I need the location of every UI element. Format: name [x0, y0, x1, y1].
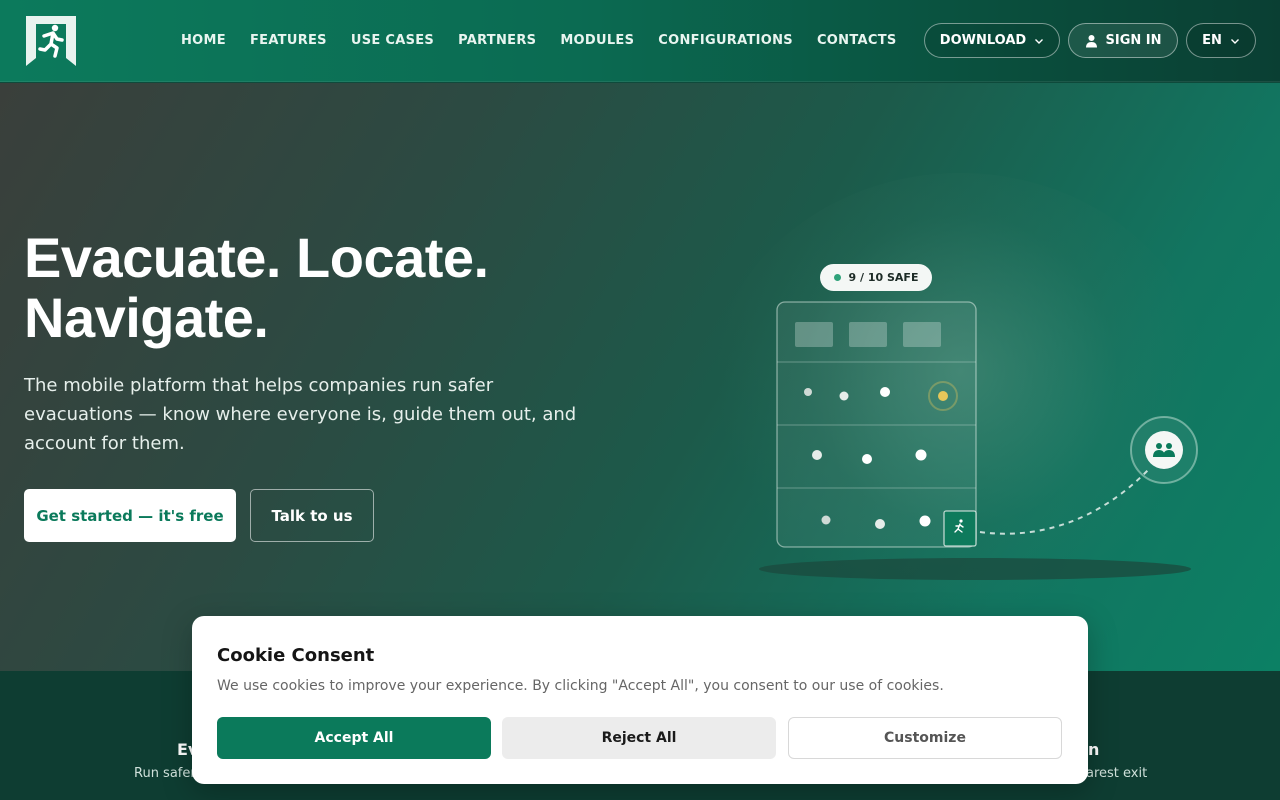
nav-contacts[interactable]: CONTACTS: [817, 33, 897, 48]
person-dot: [915, 449, 927, 461]
customize-button[interactable]: Customize: [788, 717, 1062, 759]
nav-modules[interactable]: MODULES: [560, 33, 634, 48]
illustration-shadow: [759, 558, 1191, 580]
person-dot: [804, 388, 812, 396]
sign-in-label: SIGN IN: [1105, 33, 1162, 48]
feature-text-left: Run safer: [134, 766, 196, 781]
person-dot: [821, 515, 831, 525]
site-header: HOME FEATURES USE CASES PARTNERS MODULES…: [0, 0, 1280, 82]
status-dot-icon: [833, 274, 841, 281]
person-dot: [875, 519, 885, 529]
cookie-text: We use cookies to improve your experienc…: [217, 678, 944, 694]
download-button[interactable]: DOWNLOAD: [924, 23, 1060, 58]
nav-use-cases[interactable]: USE CASES: [351, 33, 434, 48]
person-dot: [862, 454, 872, 464]
building-window: [903, 322, 941, 347]
get-started-button[interactable]: Get started — it's free: [24, 489, 236, 542]
sign-in-button[interactable]: SIGN IN: [1068, 23, 1178, 58]
language-label: EN: [1202, 33, 1222, 48]
user-icon: [1085, 34, 1097, 47]
person-dot: [839, 391, 849, 401]
chevron-down-icon: [1035, 38, 1044, 44]
cookie-title: Cookie Consent: [217, 645, 375, 666]
nav-configurations[interactable]: CONFIGURATIONS: [658, 33, 793, 48]
feature-text-right: earest exit: [1078, 766, 1148, 781]
building-window: [795, 322, 833, 347]
person-dot: [880, 387, 890, 397]
talk-to-us-button[interactable]: Talk to us: [250, 489, 374, 542]
cookie-consent-dialog: Cookie Consent We use cookies to improve…: [192, 616, 1088, 784]
download-label: DOWNLOAD: [939, 33, 1027, 48]
safe-count-badge: 9 / 10 SAFE: [820, 264, 932, 291]
assembly-point: [1145, 431, 1183, 469]
building-window: [849, 322, 887, 347]
main-nav: HOME FEATURES USE CASES PARTNERS MODULES…: [181, 33, 897, 48]
nav-partners[interactable]: PARTNERS: [458, 33, 536, 48]
accept-all-button[interactable]: Accept All: [217, 717, 491, 759]
alert-person-dot: [938, 391, 948, 401]
nav-features[interactable]: FEATURES: [250, 33, 327, 48]
emergency-exit-logo-icon[interactable]: [24, 14, 78, 68]
person-dot: [919, 515, 931, 527]
nav-home[interactable]: HOME: [181, 33, 226, 48]
person-dot: [812, 450, 822, 460]
building-evacuation-illustration: [759, 301, 1198, 580]
exit-door: [943, 510, 977, 547]
chevron-down-icon: [1230, 38, 1239, 44]
safe-count-label: 9 / 10 SAFE: [848, 271, 919, 284]
hero-subtitle: The mobile platform that helps companies…: [24, 375, 577, 454]
feature-title-right: n: [1088, 740, 1100, 759]
hero-title: Evacuate. Locate. Navigate.: [24, 226, 489, 349]
evacuation-path: [979, 467, 1151, 535]
language-selector[interactable]: EN: [1186, 23, 1256, 58]
reject-all-button[interactable]: Reject All: [502, 717, 776, 759]
